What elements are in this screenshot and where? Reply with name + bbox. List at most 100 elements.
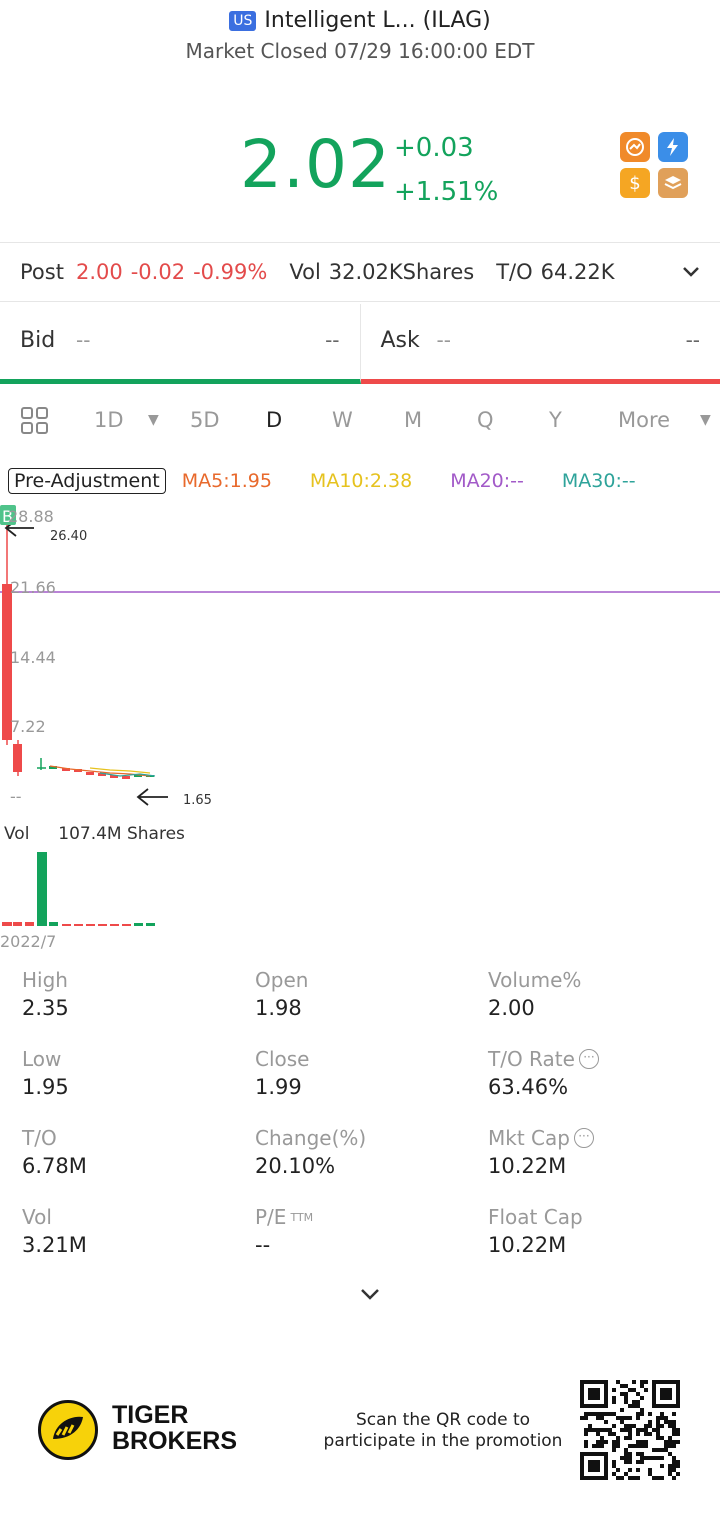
tab-5d[interactable]: 5D — [190, 408, 220, 432]
expand-chevron-icon[interactable] — [358, 1284, 382, 1308]
lightning-icon[interactable] — [658, 132, 688, 162]
volume-bar — [13, 922, 22, 926]
market-badge: US — [229, 10, 257, 31]
volume-bar — [74, 924, 83, 926]
candle — [13, 744, 22, 772]
volume-bar — [86, 924, 95, 926]
promo-text: Scan the QR code to participate in the p… — [323, 1410, 563, 1451]
promo-footer: TIGER BROKERS Scan the QR code to partic… — [0, 1378, 720, 1488]
caret-down-icon[interactable]: ▼ — [148, 412, 159, 428]
stat-pe: P/E TTM -- — [255, 1205, 314, 1257]
tab-1d[interactable]: 1D — [94, 408, 124, 432]
post-market-row[interactable]: Post 2.00 -0.02 -0.99% Vol 32.02KShares … — [0, 242, 720, 302]
pre-adjustment-button[interactable]: Pre-Adjustment — [8, 468, 166, 494]
volume-bar — [122, 924, 131, 926]
ma20-value: MA20:-- — [450, 470, 524, 492]
volume-chart[interactable] — [0, 846, 720, 936]
candle — [86, 772, 94, 775]
volume-bar — [49, 922, 58, 926]
stat-volume-percent: Volume% 2.00 — [488, 968, 582, 1020]
more-info-icon[interactable]: ··· — [573, 1128, 594, 1148]
tab-more[interactable]: More — [618, 408, 670, 432]
more-info-icon[interactable]: ··· — [578, 1049, 599, 1069]
axis-tick: 7.22 — [10, 717, 46, 736]
volume-header: Vol 107.4M Shares — [4, 824, 185, 844]
ask-price: -- — [436, 328, 451, 352]
bid-size: -- — [325, 328, 340, 352]
volume-bar — [134, 923, 143, 926]
volume-bar — [62, 924, 71, 926]
volume-label: Vol — [4, 824, 30, 844]
axis-tick: -- — [10, 787, 22, 806]
stat-close: Close 1.99 — [255, 1047, 310, 1099]
stat-vol: Vol 3.21M — [22, 1205, 87, 1257]
stat-high: High 2.35 — [22, 968, 69, 1020]
candle — [122, 776, 130, 779]
post-to-value: 64.22K — [540, 260, 615, 284]
ma5-value: MA5:1.95 — [181, 470, 272, 492]
bid-label: Bid — [20, 328, 56, 353]
brand-name: TIGER BROKERS — [112, 1401, 238, 1455]
post-to-label: T/O — [496, 260, 533, 284]
stat-open: Open 1.98 — [255, 968, 309, 1020]
tab-d[interactable]: D — [266, 408, 282, 432]
ask-label: Ask — [380, 328, 420, 353]
ma-row: Pre-Adjustment MA5:1.95 MA10:2.38 MA20:-… — [8, 466, 636, 496]
change-value: +0.03 — [394, 133, 474, 163]
tab-m[interactable]: M — [404, 408, 422, 432]
stat-to-rate: T/O Rate ··· 63.46% — [488, 1047, 599, 1099]
svg-text:$: $ — [629, 173, 640, 194]
last-price: 2.02 — [240, 126, 391, 203]
low-marker: 1.65 — [183, 793, 212, 808]
chevron-down-icon[interactable] — [680, 261, 702, 288]
change-percent: +1.51% — [394, 177, 499, 207]
stock-title: Intelligent L... (ILAG) — [264, 8, 491, 33]
stat-turnover: T/O 6.78M — [22, 1126, 87, 1178]
qr-code[interactable] — [580, 1380, 680, 1480]
volume-bar — [98, 924, 107, 926]
stat-change-percent: Change(%) 20.10% — [255, 1126, 367, 1178]
post-change: -0.02 — [130, 260, 186, 284]
stat-low: Low 1.95 — [22, 1047, 69, 1099]
volume-bar — [37, 852, 47, 926]
tab-y[interactable]: Y — [549, 408, 562, 432]
price-change: +0.03 +1.51% — [394, 126, 498, 214]
feature-icons: $ — [620, 132, 690, 198]
ask-section: Ask -- -- — [360, 304, 720, 384]
caret-down-icon[interactable]: ▼ — [700, 412, 711, 428]
candlestick-chart[interactable]: B 28.88 26.40 21.66 14.44 7.22 -- 1.65 — [0, 500, 720, 820]
bid-section: Bid -- -- — [0, 304, 361, 384]
price-block: 2.02 +0.03 +1.51% $ — [0, 120, 720, 220]
bid-price: -- — [76, 328, 91, 352]
gauge-icon[interactable] — [620, 132, 650, 162]
layers-icon[interactable] — [658, 168, 688, 198]
post-change-percent: -0.99% — [193, 260, 268, 284]
tiger-logo-icon — [38, 1400, 98, 1460]
volume-bar — [25, 922, 34, 926]
volume-bar — [110, 924, 119, 926]
ma10-value: MA10:2.38 — [309, 470, 413, 492]
bid-ask-panel: Bid -- -- Ask -- -- — [0, 304, 720, 384]
ask-size: -- — [685, 328, 700, 352]
volume-value: 107.4M Shares — [58, 824, 185, 844]
high-marker: 26.40 — [50, 529, 88, 544]
ma30-value: MA30:-- — [561, 470, 636, 492]
market-status: Market Closed 07/29 16:00:00 EDT — [185, 39, 535, 63]
post-label: Post — [20, 260, 64, 284]
period-tabs: 1D ▼ 5D D W M Q Y More ▼ — [0, 398, 720, 446]
volume-bar — [2, 922, 12, 926]
tab-w[interactable]: W — [332, 408, 353, 432]
grid-icon[interactable] — [20, 406, 50, 441]
volume-bar — [146, 923, 155, 926]
header: US Intelligent L... (ILAG) Market Closed… — [0, 8, 720, 63]
tab-q[interactable]: Q — [477, 408, 494, 432]
axis-tick: 14.44 — [10, 648, 56, 667]
stat-float-cap: Float Cap 10.22M — [488, 1205, 583, 1257]
chart-date: 2022/7 — [0, 932, 57, 951]
stat-mkt-cap: Mkt Cap ··· 10.22M — [488, 1126, 594, 1178]
post-vol-value: 32.02KShares — [328, 260, 475, 284]
axis-tick: 21.66 — [10, 578, 56, 597]
dollar-icon[interactable]: $ — [620, 168, 650, 198]
axis-tick: 28.88 — [8, 507, 54, 526]
post-vol-label: Vol — [289, 260, 321, 284]
